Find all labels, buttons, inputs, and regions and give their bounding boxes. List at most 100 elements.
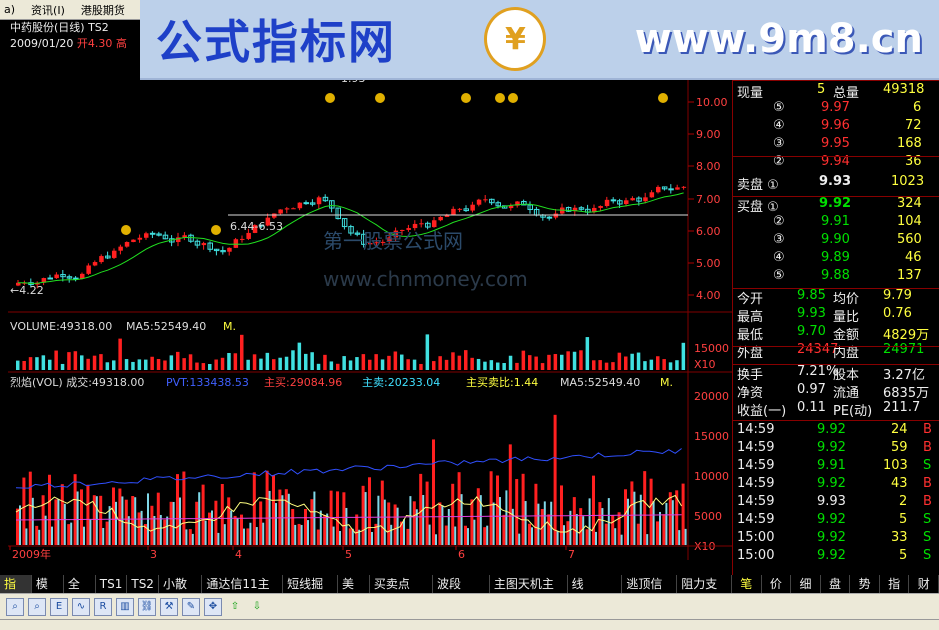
tab-6[interactable]: 通达信11主图	[202, 575, 284, 609]
candle-body	[284, 208, 290, 210]
volume-bar	[617, 352, 622, 370]
chart-icon[interactable]: ▥	[116, 597, 134, 616]
tools-icon[interactable]: ⚒	[160, 597, 178, 616]
buy-bar	[662, 514, 666, 545]
buy-bar	[585, 529, 589, 545]
tab-3[interactable]: TS1	[96, 575, 128, 593]
pen-icon[interactable]: ✎	[182, 597, 200, 616]
candle-body	[457, 208, 463, 210]
high-annotation: 1.93	[341, 80, 366, 85]
rsi-icon[interactable]: R	[94, 597, 112, 616]
tab-0[interactable]: 指标	[0, 575, 32, 609]
tab-4[interactable]: TS2	[127, 575, 159, 593]
price-axis-label: 6.00	[696, 225, 721, 238]
tick-vol: 33	[891, 530, 908, 545]
sell-bar	[646, 534, 649, 545]
watermark-text: 第一股票公式网	[323, 229, 463, 253]
tick-price: 9.92	[817, 512, 846, 527]
sell-bar	[223, 524, 226, 545]
stat-value: 9.79	[883, 288, 912, 303]
volume-bar	[41, 355, 46, 370]
sell-bar	[441, 505, 444, 545]
volume-bar	[220, 357, 225, 370]
quote-tab-4[interactable]: 势	[850, 575, 880, 593]
volume-bar	[566, 351, 570, 370]
quote-tab-0[interactable]: 笔	[732, 575, 762, 593]
status-bar	[0, 619, 939, 630]
quote-tab-5[interactable]: 指	[880, 575, 910, 593]
buy-bar	[284, 489, 288, 545]
menu-item-info[interactable]: 资讯(I)	[31, 2, 65, 18]
buy-bar	[323, 515, 327, 545]
stat-row: 最低 9.70 金额 4829万	[733, 324, 939, 343]
tab-10[interactable]: 波段ROC	[433, 575, 490, 609]
tab-13[interactable]: 逃顶信号	[622, 575, 678, 609]
wave-icon[interactable]: ∿	[72, 597, 90, 616]
tab-11[interactable]: 主图天机主图	[490, 575, 568, 609]
up-arrow-icon[interactable]: ⇧	[226, 598, 244, 616]
bid-row: ⑤ 9.88 137	[733, 268, 939, 286]
sell-bar	[505, 490, 508, 545]
tab-1[interactable]: 模板	[32, 575, 64, 609]
sell-bar	[307, 520, 309, 545]
tick-side: S	[923, 458, 932, 473]
menu-item-a[interactable]: a)	[4, 3, 15, 16]
link-icon[interactable]: ⛓	[138, 597, 156, 616]
stat-label: 今开	[737, 292, 764, 307]
quote-tab-3[interactable]: 盘	[821, 575, 851, 593]
candle-body	[86, 265, 91, 274]
volume-bar	[182, 358, 186, 370]
candle-body	[92, 262, 98, 266]
quote-tab-6[interactable]: 财	[909, 575, 939, 593]
volume-bar	[28, 357, 33, 370]
tick-side: B	[923, 476, 932, 491]
tab-9[interactable]: 买卖点KDJ	[370, 575, 433, 609]
buy-bar	[240, 514, 243, 545]
quote-tab-2[interactable]: 细	[791, 575, 821, 593]
sell-bar	[115, 501, 117, 545]
etf-icon[interactable]: E	[50, 597, 68, 616]
tick-vol: 5	[899, 512, 908, 527]
buy-bar	[195, 501, 199, 545]
candle-body	[137, 237, 143, 240]
volume-bar	[643, 361, 647, 370]
flame-ma: MA5:52549.40	[560, 376, 640, 389]
quote-separator	[733, 346, 939, 347]
tab-8[interactable]: 美人	[338, 575, 370, 609]
bid-price: 9.89	[821, 250, 850, 265]
fund-value: 0.11	[797, 400, 826, 415]
buy-bar	[598, 502, 602, 545]
volume-bar	[412, 359, 417, 370]
volume-bar	[278, 357, 282, 370]
search-icon[interactable]: ⌕	[28, 597, 46, 616]
tab-14[interactable]: 阻力支撑	[677, 575, 733, 609]
buy-bar	[188, 529, 192, 545]
buy-bar	[560, 485, 563, 545]
zoom-icon[interactable]: ⌕	[6, 597, 24, 616]
move-icon[interactable]: ✥	[204, 597, 222, 616]
candle-body	[201, 243, 207, 246]
sell-bar	[89, 519, 92, 545]
sell-bar	[70, 522, 73, 545]
buy-bar	[259, 501, 263, 545]
money-bag-icon	[495, 93, 505, 103]
quote-tab-1[interactable]: 价	[762, 575, 792, 593]
sell-bar	[108, 506, 111, 545]
sell-bar	[588, 498, 591, 545]
buy-bar	[54, 499, 58, 545]
buy-bar	[534, 483, 538, 545]
down-arrow-icon[interactable]: ⇩	[248, 598, 266, 616]
chart-area[interactable]: 10.00 9.00 8.00 7.00 6.00 5.00 4.00 6.44-6.53 ←4…	[8, 72, 732, 573]
volume-bar	[336, 363, 340, 370]
volume-bar	[483, 361, 487, 370]
menu-item-hk-futures[interactable]: 港股期货	[81, 2, 125, 18]
volume-bar	[156, 358, 161, 370]
tab-5[interactable]: 小散牛	[159, 575, 203, 609]
volume-bar	[124, 359, 129, 370]
sell-bar	[422, 494, 425, 545]
stat-value: 9.85	[797, 288, 826, 303]
tab-12[interactable]: 线MACD	[568, 575, 623, 609]
tab-2[interactable]: 全部	[64, 575, 96, 609]
tab-7[interactable]: 短线掘金	[283, 575, 338, 609]
sell-bar	[678, 530, 681, 545]
